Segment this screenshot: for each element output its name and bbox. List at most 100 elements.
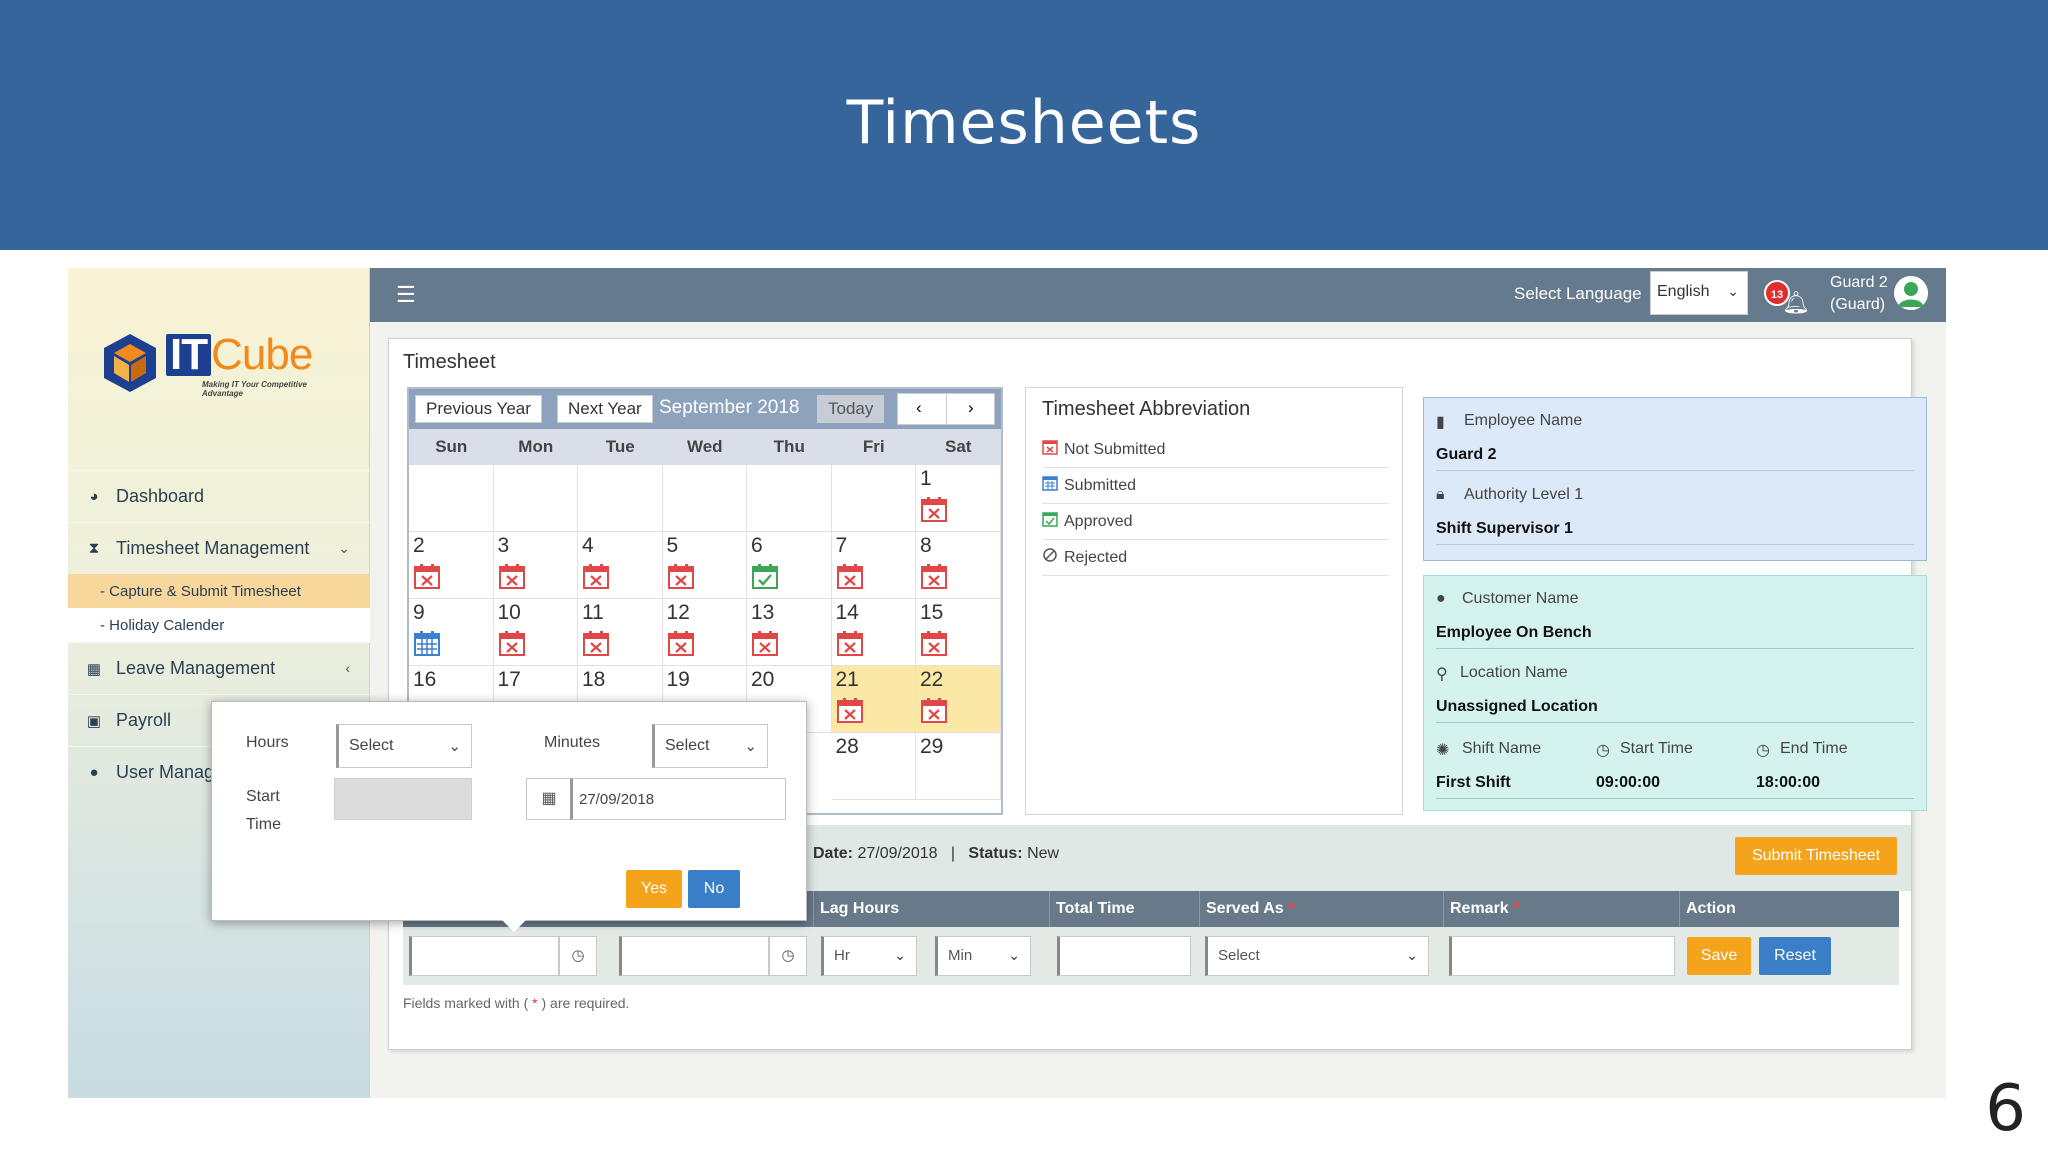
legend-not-submitted: Not Submitted <box>1042 432 1388 468</box>
today-button[interactable]: Today <box>817 395 885 423</box>
weekday-label: Sat <box>945 437 972 456</box>
calendar-grid-icon <box>1042 475 1064 496</box>
avatar[interactable] <box>1894 276 1928 310</box>
user-icon: ● <box>1436 590 1446 607</box>
divider <box>1436 470 1914 471</box>
status-not-submitted-icon <box>920 631 948 657</box>
divider <box>1436 544 1914 545</box>
day-number: 19 <box>666 668 690 691</box>
calendar-day-15[interactable]: 15 <box>916 599 1001 666</box>
sidebar-item-timesheet-management[interactable]: ⧗ Timesheet Management ⌄ <box>68 522 370 574</box>
calendar-day-5[interactable]: 5 <box>662 532 747 599</box>
calendar-day-22[interactable]: 22 <box>916 666 1001 733</box>
clock-icon[interactable]: ◷ <box>559 936 597 976</box>
required-fields-note: Fields marked with ( * ) are required. <box>403 995 630 1011</box>
sidebar-subitem-holiday-calender[interactable]: - Holiday Calender <box>68 608 370 642</box>
legend-submitted: Submitted <box>1042 468 1388 504</box>
chevron-right-icon[interactable]: › <box>968 398 974 418</box>
status-not-submitted-icon <box>413 564 441 590</box>
total-time-input[interactable] <box>1057 936 1191 976</box>
day-number: 5 <box>666 534 679 557</box>
calendar-day-14[interactable]: 14 <box>831 599 916 666</box>
calendar-day-8[interactable]: 8 <box>916 532 1001 599</box>
calendar-day-12[interactable]: 12 <box>662 599 747 666</box>
calendar-day-11[interactable]: 11 <box>578 599 663 666</box>
end-time-label: End Time <box>1780 740 1848 757</box>
calendar-day-21[interactable]: 21 <box>831 666 916 733</box>
customer-name-value: Employee On Bench <box>1436 624 1592 641</box>
sidebar-subitem-capture-submit[interactable]: - Capture & Submit Timesheet <box>68 574 370 608</box>
lag-minutes-select[interactable]: Min ⌄ <box>935 936 1031 976</box>
day-number: 8 <box>920 534 932 557</box>
yes-button[interactable]: Yes <box>626 870 682 908</box>
calendar-day-1[interactable]: 1 <box>916 465 1001 532</box>
minutes-select[interactable]: Select ⌄ <box>652 724 768 768</box>
calendar-day-29[interactable]: 29 <box>916 733 1001 800</box>
day-number: 6 <box>751 534 763 557</box>
no-button[interactable]: No <box>688 870 740 908</box>
day-number: 9 <box>413 601 425 624</box>
dashboard-pie-icon: ◕ <box>89 488 99 505</box>
calendar-day-13[interactable]: 13 <box>747 599 832 666</box>
calendar-day-3[interactable]: 3 <box>493 532 578 599</box>
clock-icon[interactable]: ◷ <box>769 936 807 976</box>
chevron-left-icon[interactable]: ‹ <box>916 398 922 418</box>
lag-hours-select[interactable]: Hr ⌄ <box>821 936 917 976</box>
location-name-value: Unassigned Location <box>1436 698 1598 715</box>
clock-icon: ◷ <box>1596 742 1610 759</box>
day-number: 12 <box>666 601 690 624</box>
itcube-logo[interactable]: ITCube Making IT Your Competitive Advant… <box>102 328 342 398</box>
sidebar-item-leave-management[interactable]: ▦ Leave Management ‹ <box>68 642 370 694</box>
calendar-icon[interactable]: ▦ <box>526 778 572 820</box>
chevron-down-icon: ⌄ <box>338 540 350 556</box>
authority-level-label: Authority Level 1 <box>1464 486 1584 503</box>
next-year-button[interactable]: Next Year <box>557 395 653 423</box>
lock-icon: 🔒︎ <box>1436 486 1445 503</box>
day-number: 22 <box>920 668 944 691</box>
chevron-down-icon: ⌄ <box>1727 283 1739 299</box>
weekday-label: Thu <box>773 437 805 456</box>
hours-select[interactable]: Select ⌄ <box>336 724 472 768</box>
calendar-day-9[interactable]: 9 <box>409 599 494 666</box>
start-time-input[interactable] <box>334 778 472 820</box>
save-button[interactable]: Save <box>1687 937 1751 975</box>
time-out-input[interactable] <box>619 936 769 976</box>
calendar-day-2[interactable]: 2 <box>409 532 494 599</box>
calendar-day-4[interactable]: 4 <box>578 532 663 599</box>
legend-rejected: Rejected <box>1042 540 1388 576</box>
time-in-input[interactable] <box>409 936 559 976</box>
start-date-input[interactable]: 27/09/2018 <box>570 778 786 820</box>
timesheet-date: 27/09/2018 <box>857 845 938 862</box>
calendar-day-6[interactable]: 6 <box>747 532 832 599</box>
calendar-x-icon <box>1042 439 1064 460</box>
legend-approved: Approved <box>1042 504 1388 540</box>
sidebar-item-label: Dashboard <box>116 486 205 506</box>
sidebar-item-dashboard[interactable]: ◕ Dashboard <box>68 470 370 522</box>
timesheet-date-status: Date: 27/09/2018 | Status: New <box>813 845 1060 862</box>
chevron-down-icon: ⌄ <box>894 947 906 963</box>
calendar-empty-cell <box>493 465 578 532</box>
remark-input[interactable] <box>1449 936 1675 976</box>
calendar-day-28[interactable]: 28 <box>831 733 916 800</box>
hamburger-menu-icon[interactable]: ☰ <box>396 282 416 308</box>
previous-year-button[interactable]: Previous Year <box>415 395 542 423</box>
calendar-empty-cell <box>747 465 832 532</box>
employee-info-card: ▮ Employee Name Guard 2 🔒︎ Authority Lev… <box>1423 397 1927 561</box>
served-as-select[interactable]: Select ⌄ <box>1205 936 1429 976</box>
day-number: 28 <box>835 735 859 758</box>
sidebar-item-label: Payroll <box>116 710 172 730</box>
notifications-button[interactable]: 🔔︎ 13 <box>1764 280 1810 316</box>
day-number: 29 <box>920 735 944 758</box>
reset-button[interactable]: Reset <box>1759 937 1831 975</box>
calendar-day-7[interactable]: 7 <box>831 532 916 599</box>
user-menu[interactable]: Guard 2 (Guard) <box>1830 272 1888 316</box>
calendar-day-10[interactable]: 10 <box>493 599 578 666</box>
language-select[interactable]: English ⌄ <box>1650 271 1748 315</box>
day-number: 11 <box>582 601 604 624</box>
calendar-empty-cell <box>831 465 916 532</box>
calendar-empty-cell <box>578 465 663 532</box>
spinner-icon: ✺ <box>1436 742 1450 759</box>
sidebar: ITCube Making IT Your Competitive Advant… <box>68 268 370 1098</box>
employee-name-value: Guard 2 <box>1436 446 1497 463</box>
submit-timesheet-button[interactable]: Submit Timesheet <box>1735 837 1897 875</box>
